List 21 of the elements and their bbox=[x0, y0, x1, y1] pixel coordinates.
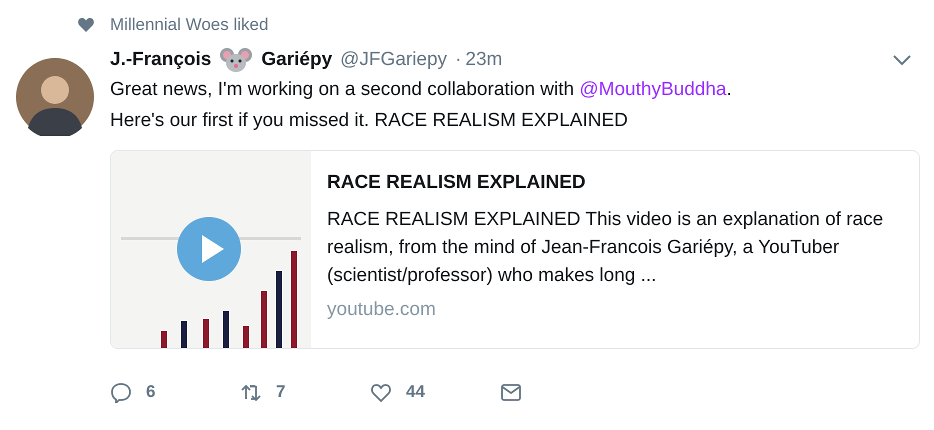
mention-link[interactable]: @MouthyBuddha bbox=[579, 79, 726, 100]
card-title: RACE REALISM EXPLAINED bbox=[327, 171, 587, 195]
mouse-icon bbox=[219, 46, 254, 73]
liked-by-text: Millennial Woes liked bbox=[110, 14, 268, 36]
author-handle[interactable]: @JFGariepy bbox=[340, 46, 448, 74]
heart-icon bbox=[78, 17, 94, 32]
author-name[interactable]: J.-François bbox=[110, 46, 212, 74]
card-description: RACE REALISM EXPLAINED This video is an explanation of race realism, from the mind of Jean-Francois Gariépy, a YouTuber (scientist/professor) who makes long ... bbox=[327, 208, 884, 288]
retweet-count: 7 bbox=[276, 381, 286, 403]
avatar[interactable] bbox=[16, 58, 94, 136]
play-icon[interactable] bbox=[177, 217, 241, 281]
card-domain: youtube.com bbox=[327, 298, 437, 322]
reply-count: 6 bbox=[146, 381, 156, 403]
reply-icon[interactable] bbox=[110, 380, 132, 403]
tweet-text: Great news, I'm working on a second collaboration with @MouthyBuddha. Here's our first if you missed it. RACE REALISM EXPLAINED bbox=[110, 78, 733, 133]
separator: · bbox=[455, 48, 462, 72]
link-card[interactable]: RACE REALISM EXPLAINED RACE REALISM EXPLAINED This video is an explanation of race realism, from the mind of Jean-Francois Gariépy, a YouTuber (scientist/professor) who makes long ... youtube.com bbox=[110, 150, 920, 349]
like-count: 44 bbox=[406, 381, 425, 403]
author-name[interactable]: Gariépy bbox=[261, 46, 332, 74]
caret-icon[interactable] bbox=[892, 54, 912, 66]
timestamp[interactable]: 23m bbox=[465, 46, 502, 74]
